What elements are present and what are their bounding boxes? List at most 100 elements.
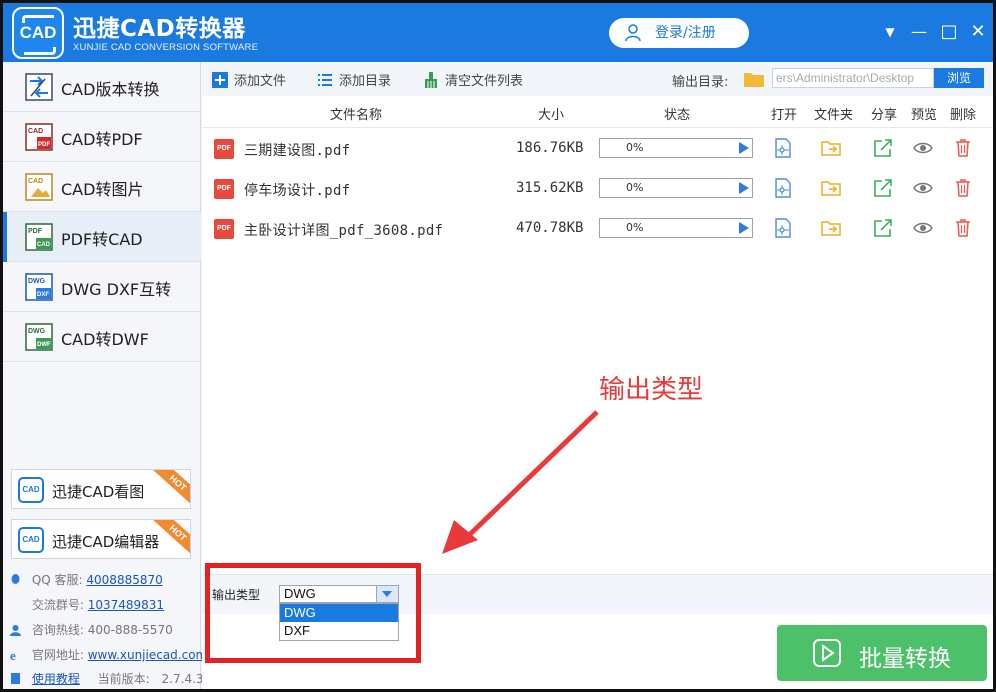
version-value: 2.7.4.3 [161,672,204,686]
clear-list-label: 清空文件列表 [445,74,524,89]
share-icon[interactable] [873,138,893,158]
open-folder-icon[interactable] [821,218,841,238]
main-panel: 添加文件 添加目录 清空文件列表 输出目录: ers\Administrator… [202,62,993,689]
sidebar-item-cad-version[interactable]: CAD版本转换 [3,62,201,112]
login-label: 登录/注册 [655,25,716,41]
svg-text:DWF: DWF [37,342,51,348]
sidebar-item-label: CAD转图片 [61,180,144,199]
output-dir-input[interactable]: ers\Administrator\Desktop [772,68,934,88]
output-type-select[interactable]: DWG [279,585,399,603]
sidebar-item-cad-to-dwf[interactable]: DWG DWF CAD转DWF [3,312,201,362]
site-link[interactable]: www.xunjiecad.com [88,648,208,662]
ie-icon: e [10,648,16,661]
option-dxf[interactable]: DXF [280,622,398,640]
minimize-button[interactable]: — [908,21,930,43]
preview-eye-icon[interactable] [913,218,933,238]
start-convert-icon[interactable] [739,182,749,194]
delete-trash-icon[interactable] [953,138,973,158]
table-row[interactable]: PDF 停车场设计.pdf 315.62KB 0% [202,168,993,208]
user-icon [625,24,641,42]
header-delete: 删除 [950,108,977,123]
preview-eye-icon[interactable] [913,178,933,198]
close-button[interactable]: ✕ [967,21,989,43]
svg-text:CAD: CAD [28,128,43,135]
broom-icon [425,72,437,88]
svg-text:CAD: CAD [28,178,43,185]
delete-trash-icon[interactable] [953,218,973,238]
group-row: 交流群号: 1037489831 [9,596,164,613]
sidebar-item-dwg-dxf[interactable]: DWG DXF DWG DXF互转 [3,262,201,312]
svg-text:DWG: DWG [28,278,46,285]
preview-eye-icon[interactable] [913,138,933,158]
promo-cad-viewer-button[interactable]: CAD 迅捷CAD看图 HOT [11,469,191,509]
start-convert-icon[interactable] [739,142,749,154]
output-type-label: 输出类型 [212,588,261,602]
delete-trash-icon[interactable] [953,178,973,198]
file-name: 三期建设图.pdf [244,143,351,159]
sidebar-item-pdf-to-cad[interactable]: PDF CAD PDF转CAD [3,212,201,262]
chevron-down-icon[interactable] [376,586,398,602]
progress-text: 0% [626,141,644,154]
file-name: 主卧设计详图_pdf_3608.pdf [244,223,444,239]
open-file-icon[interactable] [773,178,793,198]
cad-to-pdf-icon: CAD PDF [25,123,53,151]
sidebar-item-cad-to-pdf[interactable]: CAD PDF CAD转PDF [3,112,201,162]
tutorial-link[interactable]: 使用教程 [32,672,80,686]
login-button[interactable]: 登录/注册 [609,18,749,48]
cad-viewer-icon: CAD [18,477,44,503]
app-subtitle: XUNJIE CAD CONVERSION SOFTWARE [73,42,259,53]
header-folder: 文件夹 [814,108,854,123]
menu-dropdown-icon[interactable]: ▼ [879,21,901,43]
group-label: 交流群号: [31,598,84,612]
header-share: 分享 [871,108,898,123]
browse-button[interactable]: 浏览 [934,68,984,88]
play-icon [813,639,841,667]
tutorial-row: 使用教程 当前版本: 2.7.4.3 [9,670,204,687]
open-folder-icon[interactable] [821,178,841,198]
progress-bar: 0% [599,178,753,198]
hotline-label: 咨询热线: [31,623,84,637]
version-label: 当前版本: [97,672,150,686]
title-bar: CAD 迅捷CAD转换器 XUNJIE CAD CONVERSION SOFTW… [3,3,993,62]
qq-label: QQ 客服: [31,573,83,587]
share-icon[interactable] [873,178,893,198]
pdf-to-cad-icon: PDF CAD [25,223,53,251]
open-file-icon[interactable] [773,138,793,158]
option-dwg[interactable]: DWG [280,604,398,622]
logo-text: CAD [19,23,57,42]
add-folder-button[interactable]: 添加目录 [317,70,391,89]
share-icon[interactable] [873,218,893,238]
add-folder-label: 添加目录 [339,74,392,89]
group-link[interactable]: 1037489831 [88,598,164,612]
svg-text:PDF: PDF [38,142,50,148]
promo-label: 迅捷CAD看图 [52,483,145,501]
add-file-button[interactable]: 添加文件 [212,70,286,89]
table-row[interactable]: PDF 三期建设图.pdf 186.76KB 0% [202,128,993,168]
website-row: e 官网地址: www.xunjiecad.com [9,646,207,663]
cad-to-image-icon: CAD [25,173,53,201]
sidebar-item-cad-to-image[interactable]: CAD CAD转图片 [3,162,201,212]
svg-text:DXF: DXF [37,292,49,298]
output-type-options: DWG DXF [279,603,399,641]
clear-list-button[interactable]: 清空文件列表 [423,70,523,89]
batch-convert-button[interactable]: 批量转换 [777,625,987,681]
qq-link[interactable]: 4008885870 [86,573,162,587]
pdf-file-icon: PDF [214,139,234,159]
svg-text:DWG: DWG [28,328,46,335]
headset-icon [10,625,21,636]
open-file-icon[interactable] [773,218,793,238]
qq-support-row: QQ 客服: 4008885870 [9,571,163,588]
output-type-value: DWG [284,586,316,601]
sidebar-item-label: CAD版本转换 [61,80,160,99]
table-row[interactable]: PDF 主卧设计详图_pdf_3608.pdf 470.78KB 0% [202,208,993,248]
start-convert-icon[interactable] [739,222,749,234]
dwg-dxf-icon: DWG DXF [25,273,53,301]
table-header: 文件名称 大小 状态 打开 文件夹 分享 预览 删除 [202,96,993,128]
header-open: 打开 [771,108,798,123]
promo-cad-editor-button[interactable]: CAD 迅捷CAD编辑器 HOT [11,519,191,559]
open-folder-icon[interactable] [821,138,841,158]
cad-to-dwf-icon: DWG DWF [25,323,53,351]
file-name: 停车场设计.pdf [244,183,351,199]
hot-badge: HOT [152,470,190,507]
maximize-button[interactable]: □ [938,21,960,43]
